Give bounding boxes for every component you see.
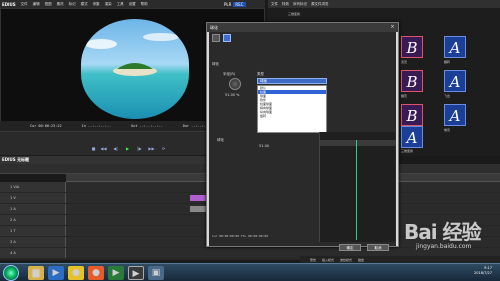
video-clip[interactable]: [190, 195, 206, 201]
cancel-button[interactable]: 取消: [367, 244, 389, 251]
dialog-body: 球化 半径(R) 类型 51.00 % 球面 默认 柱面 球面 软件 柱面球面 …: [209, 32, 396, 251]
dialog-tc-cur: Cur 00:00:00:00: [212, 234, 240, 238]
dialog-tc-ttl: TTL 00:00:00:00: [240, 234, 268, 238]
effect-tile[interactable]: B: [401, 104, 423, 126]
track-header[interactable]: 2 A: [0, 215, 66, 225]
effect-label: 双页: [401, 60, 408, 64]
system-clock[interactable]: 9:17 2018/7/27: [474, 266, 492, 276]
dialog-timecode: Cur 00:00:00:00 TTL 00:00:00:00: [212, 234, 268, 238]
rewind-icon[interactable]: ◀◀: [100, 146, 107, 152]
option-item[interactable]: 旋转: [258, 114, 326, 118]
effect-tile[interactable]: A: [444, 70, 466, 92]
effect-tile[interactable]: A: [401, 126, 423, 148]
step-back-icon[interactable]: ◀|: [112, 146, 119, 152]
radius-label: 半径(R): [223, 72, 236, 76]
firefox-icon[interactable]: ●: [88, 266, 104, 280]
playhead-line[interactable]: [356, 140, 357, 240]
type-options-list: 默认 柱面 球面 软件 柱面球面 横向球面 纵向球面 旋转: [257, 85, 327, 133]
keyframe-track-value: 51.00: [259, 144, 270, 148]
menu-clip[interactable]: 素材: [57, 2, 64, 7]
settings-icon[interactable]: [212, 34, 220, 42]
clock-date: 2018/7/27: [474, 271, 492, 275]
menu-marker[interactable]: 标记: [69, 2, 76, 7]
tab-file[interactable]: 文件: [271, 2, 278, 7]
island-image: [85, 33, 179, 76]
effect-label: 飞出: [444, 94, 451, 98]
status-disk: 磁盘: [358, 257, 365, 262]
track-header[interactable]: 4 A: [0, 248, 66, 258]
tab-source-browser[interactable]: 源文件浏览: [311, 2, 329, 7]
watermark-logo: Bai 经验: [404, 220, 482, 244]
effect-label: 翻转: [444, 60, 451, 64]
player-recorder-toggle: PLR REC: [224, 0, 246, 8]
play-icon[interactable]: ▶: [124, 146, 131, 152]
media-player-icon[interactable]: ▶: [48, 266, 64, 280]
track-header[interactable]: 1 V: [0, 193, 66, 203]
keyframe-ruler: [320, 140, 396, 146]
section-label: 球化: [212, 62, 219, 66]
menu-help[interactable]: 帮助: [141, 2, 148, 7]
status-bar: 警告 插入模式 波纹模式 磁盘: [300, 256, 500, 263]
effect-label: 卷页: [444, 128, 451, 132]
radius-knob[interactable]: [229, 78, 241, 90]
timeline-title: EDIUS 无标题: [2, 157, 30, 162]
rec-label[interactable]: REC: [233, 1, 246, 7]
type-dropdown[interactable]: 球面: [257, 78, 327, 84]
type-label: 类型: [257, 72, 264, 76]
track-header[interactable]: 3 A: [0, 237, 66, 247]
plr-label[interactable]: PLR: [224, 2, 231, 7]
video-preview: [81, 19, 189, 119]
menu-settings[interactable]: 设置: [129, 2, 136, 7]
menu-mode[interactable]: 模式: [81, 2, 88, 7]
radius-value: 51.00 %: [225, 93, 240, 97]
menu-view[interactable]: 视图: [45, 2, 52, 7]
fast-forward-icon[interactable]: ▶▶: [148, 146, 155, 152]
preset-icon[interactable]: [223, 34, 231, 42]
track-header[interactable]: 1 T: [0, 226, 66, 236]
status-warning: 警告: [310, 257, 317, 262]
sphere-effect-dialog: 球化 × 球化 半径(R) 类型 51.00 % 球面 默认 柱面 球面 软件 …: [206, 22, 399, 251]
step-forward-icon[interactable]: |▶: [136, 146, 143, 152]
tab-effects[interactable]: 特效: [282, 2, 289, 7]
menu-tools[interactable]: 工具: [117, 2, 124, 7]
taskbar: ▆ ▶ ● ● ▶ ▶ ▣ 9:17 2018/7/27: [0, 263, 500, 281]
tc-in: In --:--:--:--: [81, 124, 112, 128]
menu-edit[interactable]: 编辑: [33, 2, 40, 7]
menu-capture[interactable]: 采集: [93, 2, 100, 7]
bin-folder[interactable]: 三维变换: [288, 12, 300, 16]
stop-icon[interactable]: ■: [90, 146, 97, 152]
edius-icon[interactable]: ▶: [108, 266, 124, 280]
track-header[interactable]: 1 A: [0, 204, 66, 214]
effect-label: 三维变换: [401, 149, 414, 153]
ok-button[interactable]: 确定: [339, 244, 361, 251]
keyframe-graph[interactable]: [319, 132, 396, 242]
watermark-url: jingyan.baidu.com: [416, 243, 472, 250]
track-header[interactable]: 1 V/A: [0, 182, 66, 192]
effect-tile[interactable]: B: [401, 70, 423, 92]
tab-sequence-marker[interactable]: 序列标记: [293, 2, 307, 7]
dialog-title: 球化: [207, 23, 398, 32]
pinnacle-icon[interactable]: ▶: [128, 266, 144, 280]
status-insert-mode: 插入模式: [322, 257, 335, 262]
app-logo: EDIUS: [2, 1, 16, 7]
tc-out: Out --:--:--:--: [131, 124, 163, 128]
effect-tile[interactable]: A: [444, 36, 466, 58]
loop-icon[interactable]: ⟳: [160, 146, 167, 152]
audio-clip[interactable]: [190, 206, 206, 212]
menu-render[interactable]: 渲染: [105, 2, 112, 7]
explorer-icon[interactable]: ▆: [28, 266, 44, 280]
keyframe-track-label: 球化: [217, 138, 224, 142]
close-icon[interactable]: ×: [389, 24, 396, 31]
effect-tile[interactable]: A: [444, 104, 466, 126]
start-button[interactable]: [3, 265, 19, 281]
effect-label: 翻页: [401, 94, 408, 98]
chrome-icon[interactable]: ●: [68, 266, 84, 280]
effect-tile[interactable]: B: [401, 36, 423, 58]
bin-tabs: 文件 特效 序列标记 源文件浏览: [268, 0, 500, 8]
tc-current: Cur 00:00:23:22: [30, 124, 62, 128]
status-ripple-mode: 波纹模式: [340, 257, 353, 262]
app-icon[interactable]: ▣: [148, 266, 164, 280]
menu-file[interactable]: 文件: [21, 2, 28, 7]
